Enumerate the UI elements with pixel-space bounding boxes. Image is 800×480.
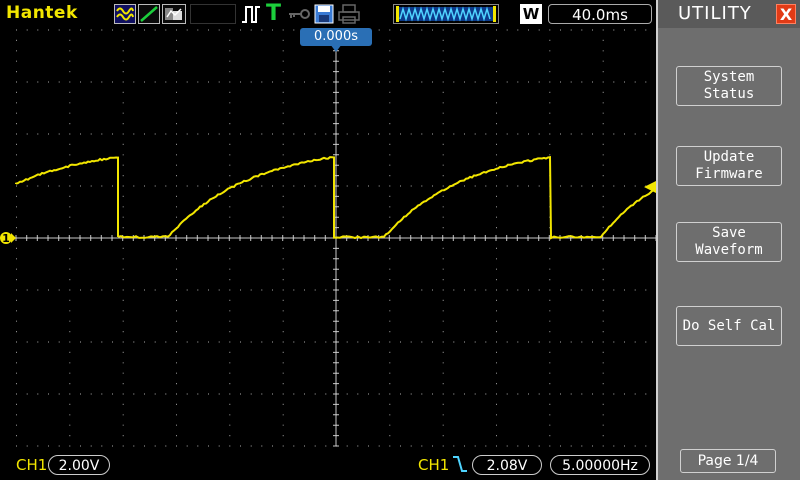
falling-edge-icon bbox=[452, 454, 468, 478]
window-mode-badge[interactable]: W bbox=[520, 4, 542, 24]
trigger-level[interactable]: 2.08V bbox=[472, 455, 542, 475]
trigger-level-marker bbox=[644, 181, 656, 193]
top-status-bar: Hantek T W 40.0ms bbox=[0, 0, 656, 28]
menu-header: UTILITY X bbox=[658, 0, 800, 28]
trigger-source-label[interactable]: CH1 bbox=[418, 456, 449, 474]
bottom-status-bar: CH1 2.00V CH1 2.08V 5.00000Hz bbox=[0, 448, 656, 480]
ch1-ground-number: 1 bbox=[2, 232, 10, 245]
memory-depth-indicator bbox=[393, 4, 499, 24]
persist-display-icon[interactable] bbox=[162, 4, 186, 24]
system-status-button[interactable]: System Status bbox=[676, 66, 782, 106]
horizontal-position-tag[interactable]: 0.000s bbox=[300, 28, 372, 46]
waveform-canvas: 1 bbox=[0, 28, 656, 448]
close-menu-button[interactable]: X bbox=[776, 4, 796, 24]
empty-status-slot bbox=[190, 4, 236, 24]
menu-title: UTILITY bbox=[678, 3, 752, 24]
frequency-readout: 5.00000Hz bbox=[550, 455, 650, 475]
ch1-volts-div[interactable]: 2.00V bbox=[48, 455, 110, 475]
save-waveform-button[interactable]: Save Waveform bbox=[676, 222, 782, 262]
wave-mode-icon[interactable] bbox=[114, 4, 136, 24]
timebase-readout[interactable]: 40.0ms bbox=[548, 4, 652, 24]
brand-logo: Hantek bbox=[6, 3, 78, 23]
print-icon[interactable] bbox=[338, 4, 360, 28]
page-indicator-button[interactable]: Page 1/4 bbox=[680, 449, 776, 473]
ch1-label[interactable]: CH1 bbox=[16, 456, 47, 474]
trigger-edge-icon[interactable] bbox=[240, 4, 262, 28]
trigger-status-icon: T bbox=[266, 1, 281, 26]
update-firmware-button[interactable]: Update Firmware bbox=[676, 146, 782, 186]
vector-display-icon[interactable] bbox=[138, 4, 160, 24]
utility-menu-panel: UTILITY X System Status Update Firmware … bbox=[656, 0, 800, 480]
ch1-ground-arrow bbox=[11, 233, 16, 243]
lock-key-icon bbox=[287, 6, 311, 25]
waveform-display[interactable]: 1 bbox=[0, 28, 656, 448]
save-disk-icon[interactable] bbox=[314, 4, 334, 28]
self-cal-button[interactable]: Do Self Cal bbox=[676, 306, 782, 346]
